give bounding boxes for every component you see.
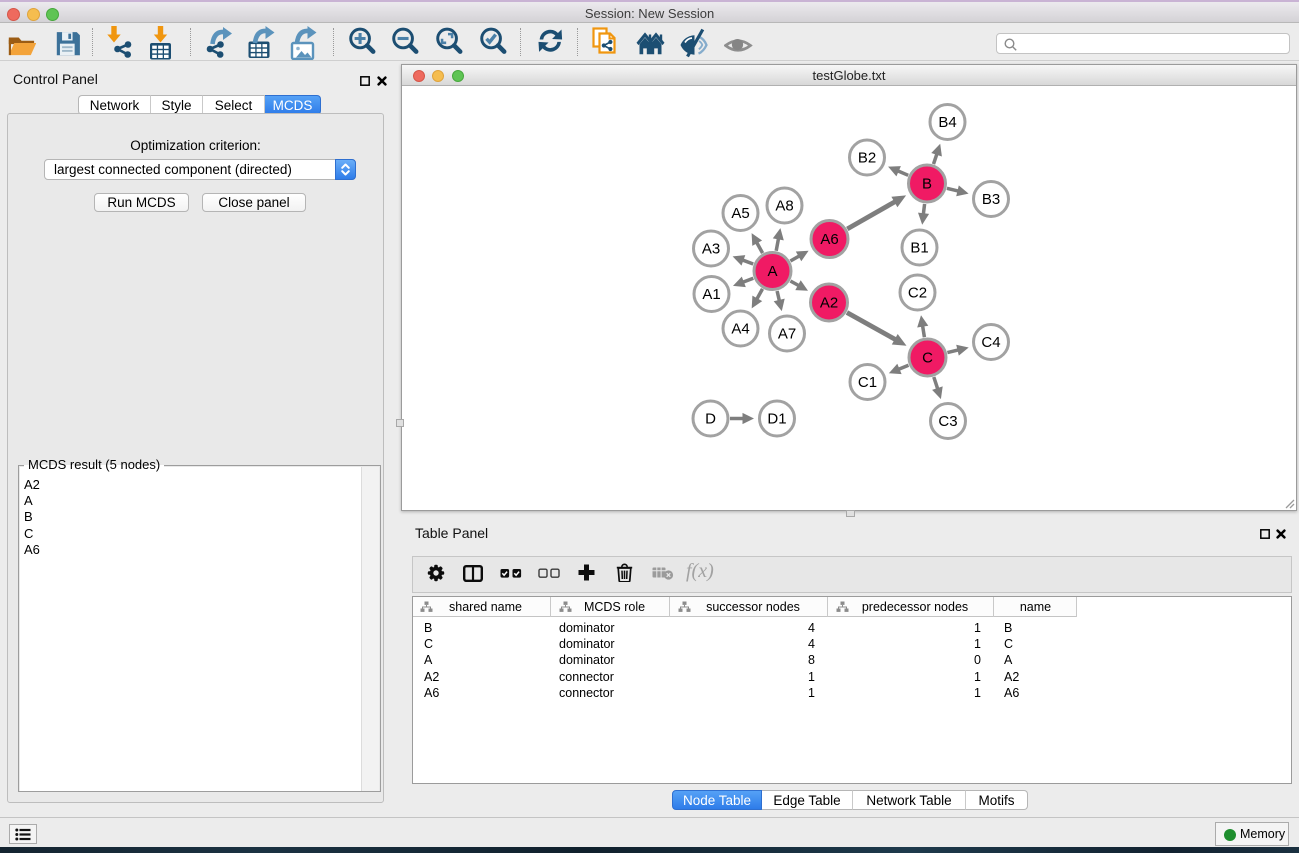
svg-text:A2: A2	[820, 295, 838, 312]
svg-text:C: C	[922, 350, 933, 367]
svg-text:D1: D1	[767, 411, 786, 428]
svg-text:C4: C4	[981, 334, 1000, 351]
svg-text:A8: A8	[775, 198, 793, 215]
svg-text:A7: A7	[778, 326, 796, 343]
svg-text:B4: B4	[938, 114, 956, 131]
svg-text:A: A	[767, 263, 777, 280]
svg-text:A3: A3	[702, 241, 720, 258]
svg-text:D: D	[705, 411, 716, 428]
svg-text:A1: A1	[702, 286, 720, 303]
svg-text:B: B	[922, 176, 932, 193]
svg-text:B2: B2	[858, 150, 876, 167]
svg-text:B1: B1	[910, 240, 928, 257]
svg-text:B3: B3	[982, 191, 1000, 208]
svg-text:C3: C3	[938, 413, 957, 430]
svg-text:C1: C1	[858, 374, 877, 391]
svg-text:C2: C2	[908, 285, 927, 302]
svg-text:A4: A4	[731, 321, 749, 338]
svg-text:A5: A5	[731, 205, 749, 222]
svg-text:A6: A6	[820, 231, 838, 248]
